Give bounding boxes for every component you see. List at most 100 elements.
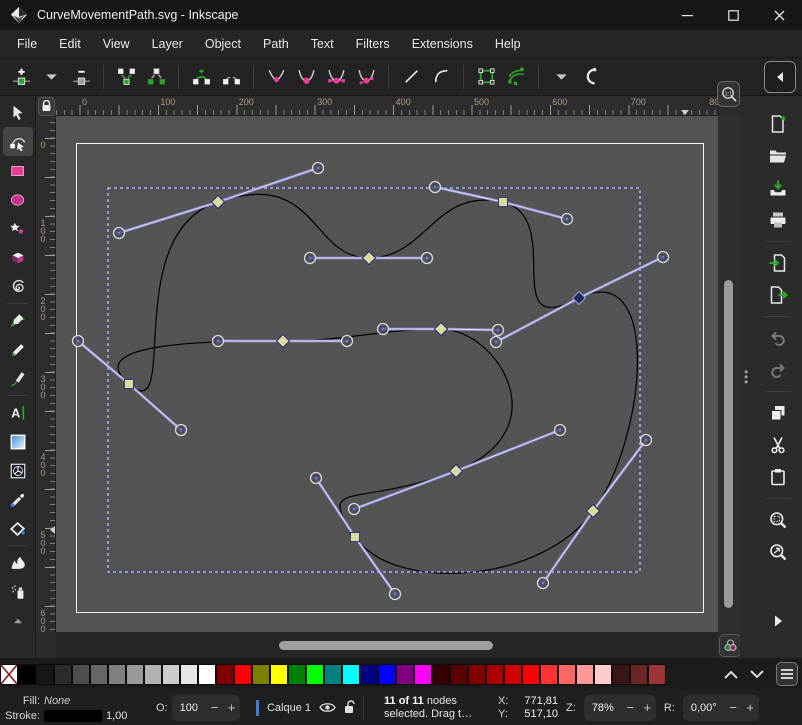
nodes-join-icon[interactable] — [111, 62, 141, 92]
node-insert-icon[interactable] — [6, 62, 36, 92]
expand-icon[interactable] — [763, 608, 793, 634]
calligraphy-tool-icon[interactable] — [3, 364, 33, 393]
minimize-icon[interactable] — [664, 0, 710, 30]
palette-swatch[interactable] — [594, 664, 612, 685]
panel-collapse-icon[interactable] — [764, 61, 796, 93]
palette-swatch[interactable] — [414, 664, 432, 685]
rotation-value[interactable]: 0,00° — [683, 702, 725, 714]
palette-swatch[interactable] — [324, 664, 342, 685]
menu-layer[interactable]: Layer — [141, 32, 194, 56]
rotation-decrease-icon[interactable]: − — [725, 700, 742, 715]
palette-swatch[interactable] — [522, 664, 540, 685]
stroke-width-value[interactable]: 1,00 — [106, 710, 146, 722]
palette-swatch[interactable] — [360, 664, 378, 685]
maximize-icon[interactable] — [710, 0, 756, 30]
palette-swatch[interactable] — [36, 664, 54, 685]
zoom-selection-icon[interactable] — [763, 507, 793, 533]
zoom-decrease-icon[interactable]: − — [622, 700, 639, 715]
node-smooth-icon[interactable] — [291, 62, 321, 92]
palette-swatch[interactable] — [540, 664, 558, 685]
zoom-spinbox[interactable]: 78% − + — [584, 695, 656, 721]
palette-swatch[interactable] — [108, 664, 126, 685]
mesh-tool-icon[interactable] — [3, 456, 33, 485]
layer-name[interactable]: Calque 1 — [267, 702, 311, 714]
menu-filters[interactable]: Filters — [345, 32, 401, 56]
vertical-ruler[interactable]: 0100200300400500600 — [36, 116, 56, 632]
document-open-icon[interactable] — [763, 143, 793, 169]
menu-view[interactable]: View — [92, 32, 141, 56]
h-scroll-thumb[interactable] — [279, 641, 493, 650]
stroke-to-path-icon[interactable] — [501, 62, 531, 92]
palette-swatch[interactable] — [576, 664, 594, 685]
palette-swatch[interactable] — [198, 664, 216, 685]
zoom-1-1-icon[interactable]: 1:1 — [717, 81, 740, 107]
palette-swatch[interactable] — [342, 664, 360, 685]
star-tool-icon[interactable] — [3, 214, 33, 243]
edit-cut-icon[interactable] — [763, 432, 793, 458]
toolbox-scroll-icon[interactable] — [3, 606, 33, 635]
menu-extensions[interactable]: Extensions — [401, 32, 484, 56]
palette-swatch[interactable] — [270, 664, 288, 685]
node-auto-icon[interactable] — [351, 62, 381, 92]
pen-tool-icon[interactable] — [3, 306, 33, 335]
segment-curve-icon[interactable] — [426, 62, 456, 92]
canvas[interactable] — [56, 116, 718, 632]
palette-swatch[interactable] — [468, 664, 486, 685]
palette-swatch-none[interactable] — [0, 664, 18, 685]
palette-swatch[interactable] — [162, 664, 180, 685]
palette-swatch[interactable] — [234, 664, 252, 685]
palette-swatch[interactable] — [180, 664, 198, 685]
path-node[interactable] — [124, 379, 133, 388]
menu-object[interactable]: Object — [194, 32, 252, 56]
document-export-icon[interactable] — [763, 282, 793, 308]
palette-swatch[interactable] — [288, 664, 306, 685]
edit-paste-icon[interactable] — [763, 464, 793, 490]
box3d-tool-icon[interactable] — [3, 243, 33, 272]
palette-swatch[interactable] — [396, 664, 414, 685]
zoom-value[interactable]: 78% — [584, 702, 622, 714]
bucket-tool-icon[interactable] — [3, 514, 33, 543]
document-save-icon[interactable] — [763, 175, 793, 201]
segment-line-icon[interactable] — [396, 62, 426, 92]
palette-swatch[interactable] — [72, 664, 90, 685]
menu-edit[interactable]: Edit — [48, 32, 92, 56]
layer-visibility-eye-icon[interactable] — [319, 701, 336, 714]
panel-grip-handle[interactable]: ••• — [744, 370, 748, 385]
document-import-icon[interactable] — [763, 250, 793, 276]
layer-unlock-icon[interactable] — [344, 700, 357, 715]
color-management-toggle-icon[interactable] — [719, 634, 741, 657]
menu-help[interactable]: Help — [484, 32, 532, 56]
node-symmetric-icon[interactable] — [321, 62, 351, 92]
palette-swatch[interactable] — [54, 664, 72, 685]
palette-swatch[interactable] — [612, 664, 630, 685]
opacity-increase-icon[interactable]: + — [223, 700, 240, 715]
tweak-tool-icon[interactable] — [3, 548, 33, 577]
redo-icon[interactable] — [763, 357, 793, 383]
close-icon[interactable] — [756, 0, 802, 30]
opacity-spinbox[interactable]: 100 − + — [172, 695, 240, 721]
edit-copy-icon[interactable] — [763, 400, 793, 426]
nodes-break-icon[interactable] — [141, 62, 171, 92]
node-corner-icon[interactable] — [261, 62, 291, 92]
palette-swatch[interactable] — [648, 664, 666, 685]
rotation-spinbox[interactable]: 0,00° − + — [683, 695, 759, 721]
v-scroll-thumb[interactable] — [724, 280, 733, 608]
stroke-color-swatch[interactable] — [44, 710, 102, 722]
horizontal-ruler[interactable]: 0100200300400500600700800 — [56, 96, 718, 116]
pencil-tool-icon[interactable] — [3, 335, 33, 364]
palette-swatch[interactable] — [432, 664, 450, 685]
palette-swatch[interactable] — [450, 664, 468, 685]
path-node[interactable] — [498, 197, 507, 206]
palette-swatch[interactable] — [504, 664, 522, 685]
overflow-chevron-icon[interactable] — [546, 62, 576, 92]
palette-menu-icon[interactable] — [776, 662, 798, 686]
palette-scroll-up-icon[interactable] — [724, 670, 738, 679]
insert-dropdown-chevron-icon[interactable] — [36, 62, 66, 92]
palette-swatch[interactable] — [216, 664, 234, 685]
rotation-increase-icon[interactable]: + — [742, 700, 759, 715]
rectangle-tool-icon[interactable] — [3, 156, 33, 185]
spiral-tool-icon[interactable] — [3, 272, 33, 301]
dropper-tool-icon[interactable] — [3, 485, 33, 514]
menu-text[interactable]: Text — [300, 32, 345, 56]
object-to-path-icon[interactable] — [471, 62, 501, 92]
